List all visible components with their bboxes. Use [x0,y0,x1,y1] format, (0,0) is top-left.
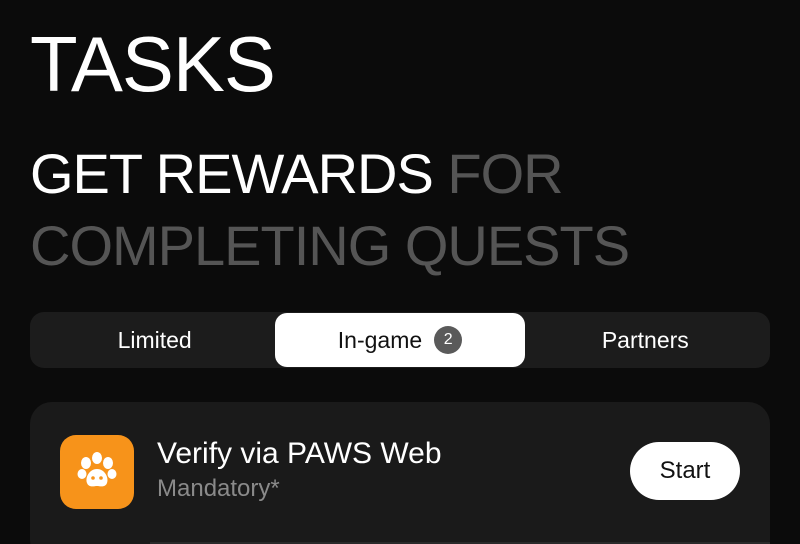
page-title: TASKS [30,20,276,108]
tasks-page: TASKS GET REWARDS FOR COMPLETING QUESTS … [0,0,800,544]
task-card: Verify via PAWS Web Mandatory* Start [30,402,770,544]
headline-dim-second: COMPLETING QUESTS [30,214,630,277]
tab-partners[interactable]: Partners [521,312,770,368]
headline-bright: GET REWARDS [30,142,434,205]
task-subtitle: Mandatory* [157,475,280,502]
tab-count-badge: 2 [434,326,463,354]
paw-icon [60,435,134,509]
tab-limited[interactable]: Limited [30,312,279,368]
tab-in-game[interactable]: In-game 2 [275,313,525,367]
task-tabs: Limited In-game 2 Partners [30,312,770,368]
page-headline: GET REWARDS FOR COMPLETING QUESTS [30,138,630,282]
headline-dim-first: FOR [447,142,563,205]
start-button[interactable]: Start [630,442,740,500]
tab-in-game-label: In-game [337,326,423,353]
paw-icon-graphic [77,452,117,487]
tab-partners-label: Partners [601,326,689,353]
task-title: Verify via PAWS Web [157,437,442,470]
tab-limited-label: Limited [117,326,192,353]
